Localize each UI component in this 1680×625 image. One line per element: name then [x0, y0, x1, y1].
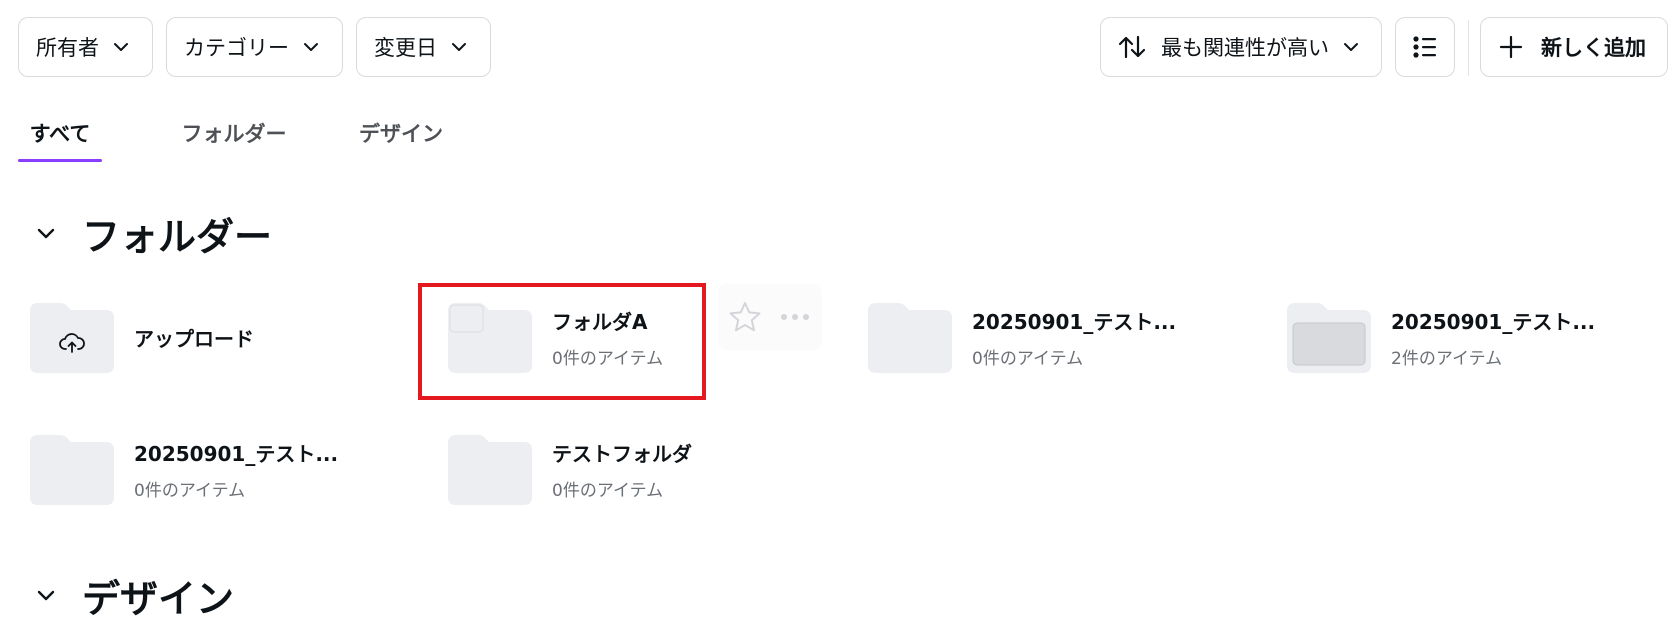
folder-name: アップロード [134, 326, 254, 351]
folder-name: 20250901_テスト... [1391, 309, 1596, 334]
folder-item[interactable]: 20250901_テスト... 0件のアイテム [30, 432, 338, 506]
toolbar: 所有者 カテゴリー 変更日 最も関連性が高い 新しく追加 [0, 0, 1680, 90]
category-filter-label: カテゴリー [184, 36, 289, 60]
list-view-icon [1412, 34, 1438, 60]
folder-name: フォルダA [552, 309, 648, 334]
sort-arrows-icon [1117, 34, 1147, 60]
tab-folders-label: フォルダー [181, 122, 287, 146]
folder-thumbnail [448, 301, 532, 373]
add-new-button[interactable]: 新しく追加 [1480, 17, 1668, 77]
chevron-down-icon [113, 42, 129, 52]
sort-label: 最も関連性が高い [1161, 36, 1329, 60]
designs-section-title: デザイン [82, 576, 235, 621]
folder-thumbnail [30, 433, 114, 505]
tab-folders[interactable]: フォルダー [160, 105, 308, 161]
folder-thumbnail [868, 301, 952, 373]
sort-dropdown[interactable]: 最も関連性が高い [1100, 17, 1382, 77]
folder-item-uploads[interactable]: アップロード [30, 300, 254, 374]
tab-designs[interactable]: デザイン [338, 105, 464, 161]
owner-filter-dropdown[interactable]: 所有者 [18, 17, 153, 77]
star-icon[interactable] [728, 301, 762, 333]
folder-name: 20250901_テスト... [972, 309, 1177, 334]
modified-date-filter-dropdown[interactable]: 変更日 [356, 17, 491, 77]
folder-item[interactable]: 20250901_テスト... 2件のアイテム [1287, 300, 1595, 374]
folders-section-header[interactable]: フォルダー [36, 208, 273, 259]
collapse-chevron-icon [36, 227, 56, 239]
folder-item-count: 0件のアイテム [134, 480, 246, 501]
folder-thumbnail [1287, 301, 1371, 373]
tab-all[interactable]: すべて [18, 105, 102, 161]
folder-item-folder-a[interactable]: フォルダA 0件のアイテム [448, 300, 663, 374]
chevron-down-icon [451, 42, 467, 52]
chevron-down-icon [1343, 42, 1359, 52]
active-tab-indicator [18, 159, 102, 162]
folder-hover-actions [718, 284, 822, 350]
tab-all-label: すべて [29, 122, 91, 146]
folder-item-count: 2件のアイテム [1391, 348, 1503, 369]
folder-thumbnail [448, 433, 532, 505]
category-filter-dropdown[interactable]: カテゴリー [166, 17, 343, 77]
folder-item-count: 0件のアイテム [972, 348, 1084, 369]
add-new-label: 新しく追加 [1541, 36, 1646, 60]
list-view-button[interactable] [1395, 17, 1455, 77]
collapse-chevron-icon [36, 589, 56, 601]
folder-thumbnail [30, 301, 114, 373]
owner-filter-label: 所有者 [36, 36, 99, 60]
folder-item-count: 0件のアイテム [552, 348, 664, 369]
folder-item-count: 0件のアイテム [552, 480, 664, 501]
tab-designs-label: デザイン [359, 122, 443, 146]
designs-section-header[interactable]: デザイン [36, 570, 235, 621]
folder-item-test-folder[interactable]: テストフォルダ 0件のアイテム [448, 432, 692, 506]
more-options-icon[interactable] [780, 313, 810, 321]
folders-section-title: フォルダー [82, 214, 273, 259]
folder-item[interactable]: 20250901_テスト... 0件のアイテム [868, 300, 1176, 374]
toolbar-divider [1468, 20, 1469, 76]
modified-filter-label: 変更日 [374, 36, 437, 60]
folder-name: テストフォルダ [552, 441, 692, 466]
plus-icon [1499, 35, 1523, 59]
chevron-down-icon [303, 42, 319, 52]
folder-name: 20250901_テスト... [134, 441, 339, 466]
